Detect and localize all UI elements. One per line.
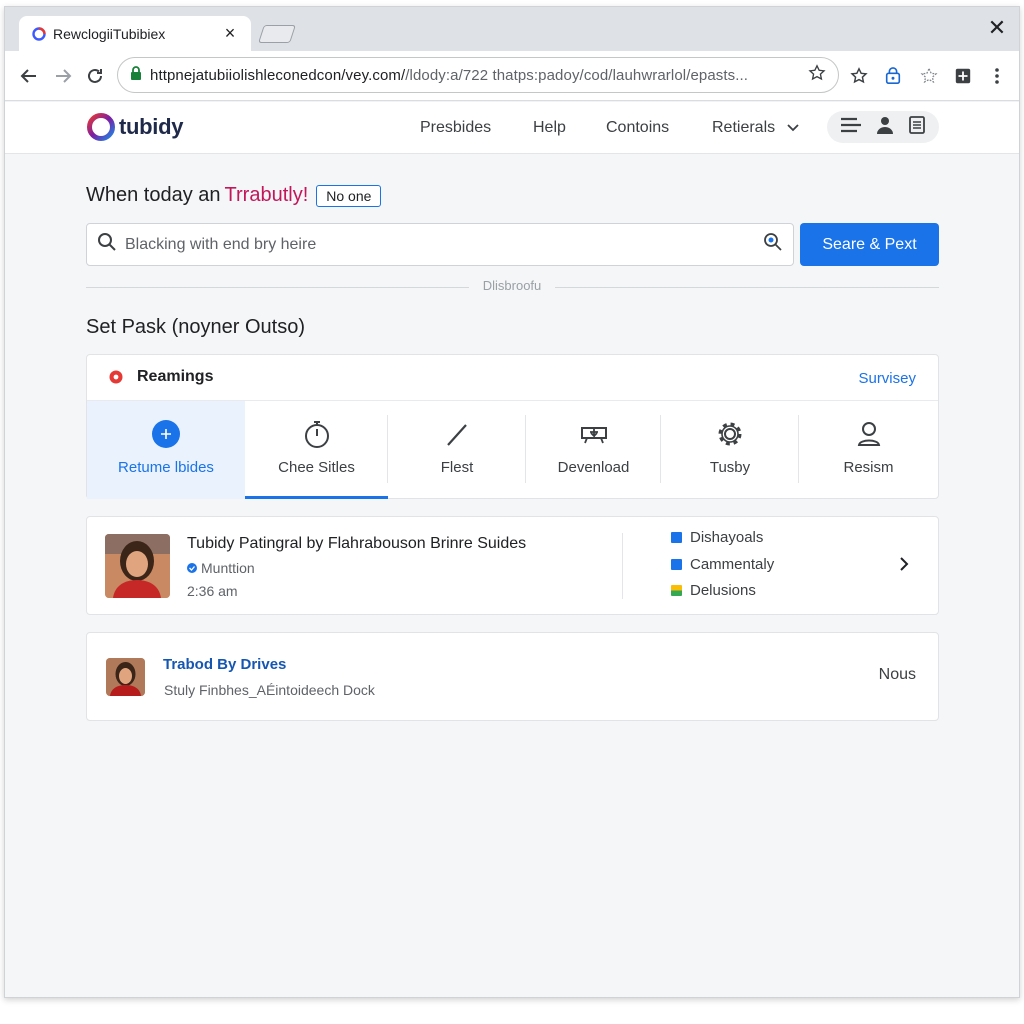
forward-arrow-icon[interactable] bbox=[51, 64, 75, 88]
search-field[interactable]: Blacking with end bry heire bbox=[86, 223, 794, 266]
tools-card: Reamings Survisey Retume lbides Chee Sit… bbox=[86, 354, 939, 499]
tool-label: Devenload bbox=[557, 459, 630, 476]
tool-label: Chee Sitles bbox=[278, 459, 355, 476]
secondary-result-card[interactable]: Trabod By Drives Stuly Finbhes_AÉintoide… bbox=[86, 632, 939, 721]
video-title[interactable]: Tubidy Patingral by Flahrabouson Brinre … bbox=[187, 535, 526, 553]
tool-label: Resism bbox=[843, 459, 894, 476]
window-close-icon[interactable]: ✕ bbox=[985, 15, 1009, 41]
video-channel-name: Munttion bbox=[201, 560, 255, 576]
survey-link[interactable]: Survisey bbox=[858, 370, 916, 387]
user-outline-icon bbox=[857, 422, 880, 446]
tool-tusby[interactable]: Tusby bbox=[661, 401, 799, 499]
verified-dot-icon bbox=[187, 563, 197, 573]
search-submit-button[interactable]: Seare & Pext bbox=[800, 223, 939, 266]
tool-retume-lbides[interactable]: Retume lbides bbox=[87, 401, 245, 499]
hero-heading: When today an Trrabutly! No one bbox=[86, 184, 382, 207]
divider-label: Dlisbroofu bbox=[482, 278, 542, 293]
tool-resism[interactable]: Resism bbox=[799, 401, 938, 499]
video-option-cammentaly[interactable]: Cammentaly bbox=[671, 556, 774, 573]
divider-line-right bbox=[555, 287, 939, 288]
add-extension-icon[interactable] bbox=[951, 64, 975, 88]
person-thumbnail-image bbox=[106, 658, 145, 696]
nav-item-help[interactable]: Help bbox=[533, 119, 566, 137]
secondary-thumbnail[interactable] bbox=[106, 658, 145, 696]
address-bar[interactable]: httpnejatubiiolishleconedcon/vey.com//ld… bbox=[117, 57, 839, 93]
green-square-icon bbox=[671, 585, 682, 596]
reload-icon[interactable] bbox=[83, 64, 107, 88]
tool-devenload[interactable]: Devenload bbox=[526, 401, 661, 499]
lock-icon bbox=[130, 65, 142, 85]
blue-square-icon bbox=[671, 559, 682, 570]
new-tab-button[interactable] bbox=[258, 25, 296, 43]
video-channel: Munttion bbox=[187, 560, 255, 576]
browser-window: RewclogiiTubibiex × ✕ httpnejatubiiolish… bbox=[4, 6, 1020, 998]
chevron-right-icon[interactable] bbox=[899, 556, 909, 577]
tools-card-title: Reamings bbox=[109, 368, 213, 386]
site-header: tubidy Presbides Help Contoins Retierals bbox=[5, 102, 1019, 154]
nav-item-retierals[interactable]: Retierals bbox=[712, 119, 799, 137]
puzzle-extension-icon[interactable] bbox=[917, 64, 941, 88]
page-content: tubidy Presbides Help Contoins Retierals bbox=[5, 102, 1019, 997]
site-logo[interactable]: tubidy bbox=[85, 111, 184, 143]
bookmark-star-icon[interactable] bbox=[808, 63, 826, 87]
url-text: httpnejatubiiolishleconedcon/vey.com//ld… bbox=[150, 66, 749, 84]
record-dot-icon bbox=[109, 370, 123, 384]
document-icon[interactable] bbox=[908, 115, 926, 139]
tab-title: RewclogiiTubibiex bbox=[53, 25, 166, 42]
hero-badge[interactable]: No one bbox=[316, 184, 382, 207]
extension-star-icon[interactable] bbox=[847, 64, 871, 88]
video-card-separator bbox=[622, 533, 623, 599]
download-tray-icon bbox=[580, 427, 607, 444]
search-icon bbox=[97, 232, 117, 257]
secondary-result-title[interactable]: Trabod By Drives bbox=[163, 656, 286, 673]
chevron-down-icon bbox=[787, 124, 799, 132]
gear-icon bbox=[718, 422, 742, 446]
divider-line-left bbox=[86, 287, 469, 288]
tools-card-title-label: Reamings bbox=[137, 368, 214, 385]
video-result-card[interactable]: Tubidy Patingral by Flahrabouson Brinre … bbox=[86, 516, 939, 615]
plus-circle-icon bbox=[152, 420, 180, 448]
tab-strip: RewclogiiTubibiex × ✕ bbox=[5, 7, 1019, 51]
secondary-result-subtitle: Stuly Finbhes_AÉintoideech Dock bbox=[164, 682, 375, 698]
back-arrow-icon[interactable] bbox=[17, 64, 41, 88]
list-menu-icon[interactable] bbox=[840, 116, 862, 139]
menu-kebab-icon[interactable] bbox=[985, 64, 1009, 88]
video-option-label: Cammentaly bbox=[690, 556, 775, 573]
secondary-result-action[interactable]: Nous bbox=[879, 666, 916, 684]
search-placeholder: Blacking with end bry heire bbox=[125, 235, 317, 253]
video-time: 2:36 am bbox=[187, 583, 238, 599]
timer-icon bbox=[304, 421, 329, 448]
tubidy-logo-icon bbox=[87, 113, 115, 141]
nav-item-retierals-label: Retierals bbox=[712, 119, 776, 136]
tool-label: Retume lbides bbox=[118, 459, 214, 476]
browser-tab[interactable]: RewclogiiTubibiex × bbox=[19, 16, 251, 51]
favicon-icon bbox=[31, 26, 47, 42]
logo-text: tubidy bbox=[119, 114, 184, 139]
tool-chee-sitles[interactable]: Chee Sitles bbox=[245, 401, 388, 499]
user-icon[interactable] bbox=[876, 116, 894, 139]
video-thumbnail[interactable] bbox=[105, 534, 170, 598]
tool-row: Retume lbides Chee Sitles Flest Devenloa… bbox=[87, 401, 938, 499]
person-thumbnail-image bbox=[105, 534, 170, 598]
tool-flest[interactable]: Flest bbox=[388, 401, 526, 499]
header-icon-group bbox=[827, 111, 939, 143]
video-option-label: Dishayoals bbox=[690, 529, 764, 546]
video-option-delusions[interactable]: Delusions bbox=[671, 582, 756, 599]
section-title: Set Pask (noyner Outso) bbox=[86, 316, 305, 338]
extension-lock-icon[interactable] bbox=[881, 64, 905, 88]
tool-label: Tusby bbox=[709, 459, 751, 476]
video-option-dishayoals[interactable]: Dishayoals bbox=[671, 529, 763, 546]
tab-close-icon[interactable]: × bbox=[221, 23, 239, 44]
video-option-label: Delusions bbox=[690, 582, 756, 599]
hero-accent: Trrabutly! bbox=[224, 184, 309, 206]
blue-square-icon bbox=[671, 532, 682, 543]
lens-search-icon[interactable] bbox=[763, 232, 783, 257]
pen-icon bbox=[447, 424, 467, 446]
hero-prefix: When today an bbox=[86, 184, 221, 206]
tool-label: Flest bbox=[440, 459, 474, 476]
tools-card-header: Reamings Survisey bbox=[87, 355, 938, 401]
browser-toolbar: httpnejatubiiolishleconedcon/vey.com//ld… bbox=[5, 51, 1019, 101]
nav-item-presbides[interactable]: Presbides bbox=[420, 119, 491, 137]
nav-item-contoins[interactable]: Contoins bbox=[606, 119, 669, 137]
